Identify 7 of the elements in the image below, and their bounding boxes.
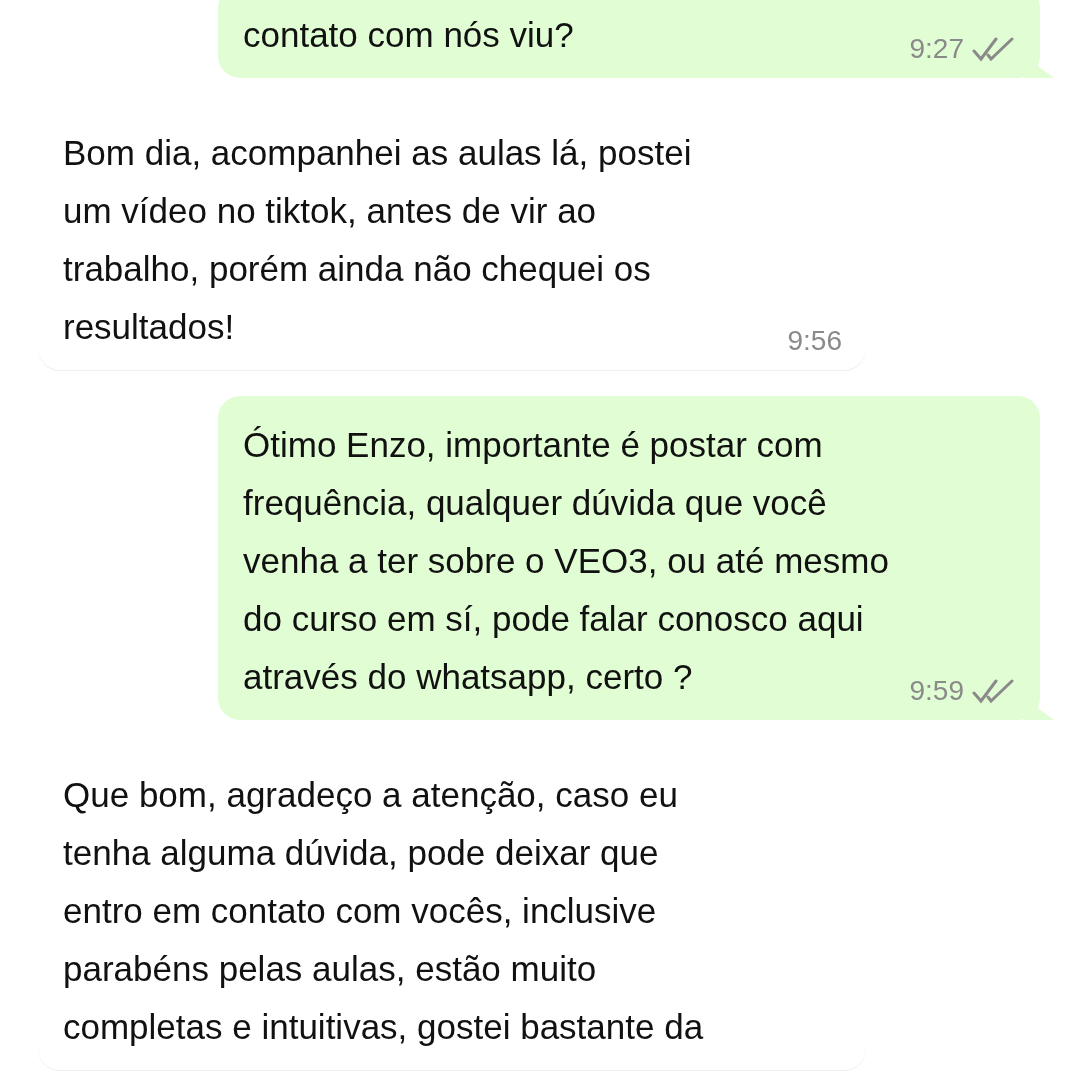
message-text: contato com nós viu?: [243, 14, 574, 56]
message-time: 9:27: [909, 33, 964, 65]
message-text: Ótimo Enzo, importante é postar com frequência, qualquer dúvida que você venha a ter sobre o VEO3, ou até mesmo do curso em sí, pode falar conosco aqui através do whatsapp, certo ?: [243, 424, 890, 698]
message-text: Que bom, agradeço a atenção, caso eu tenha alguma dúvida, pode deixar que entro em contato com vocês, inclusive parabéns pelas aulas, estão muito completas e intuitivas, gostei bastante da: [63, 774, 705, 1048]
message-text: Bom dia, acompanhei as aulas lá, postei um vídeo no tiktok, antes de vir ao trabalho, porém ainda não chequei os resultados!: [63, 132, 693, 348]
message-time: 9:56: [787, 325, 842, 357]
message-time: 9:59: [909, 675, 964, 707]
